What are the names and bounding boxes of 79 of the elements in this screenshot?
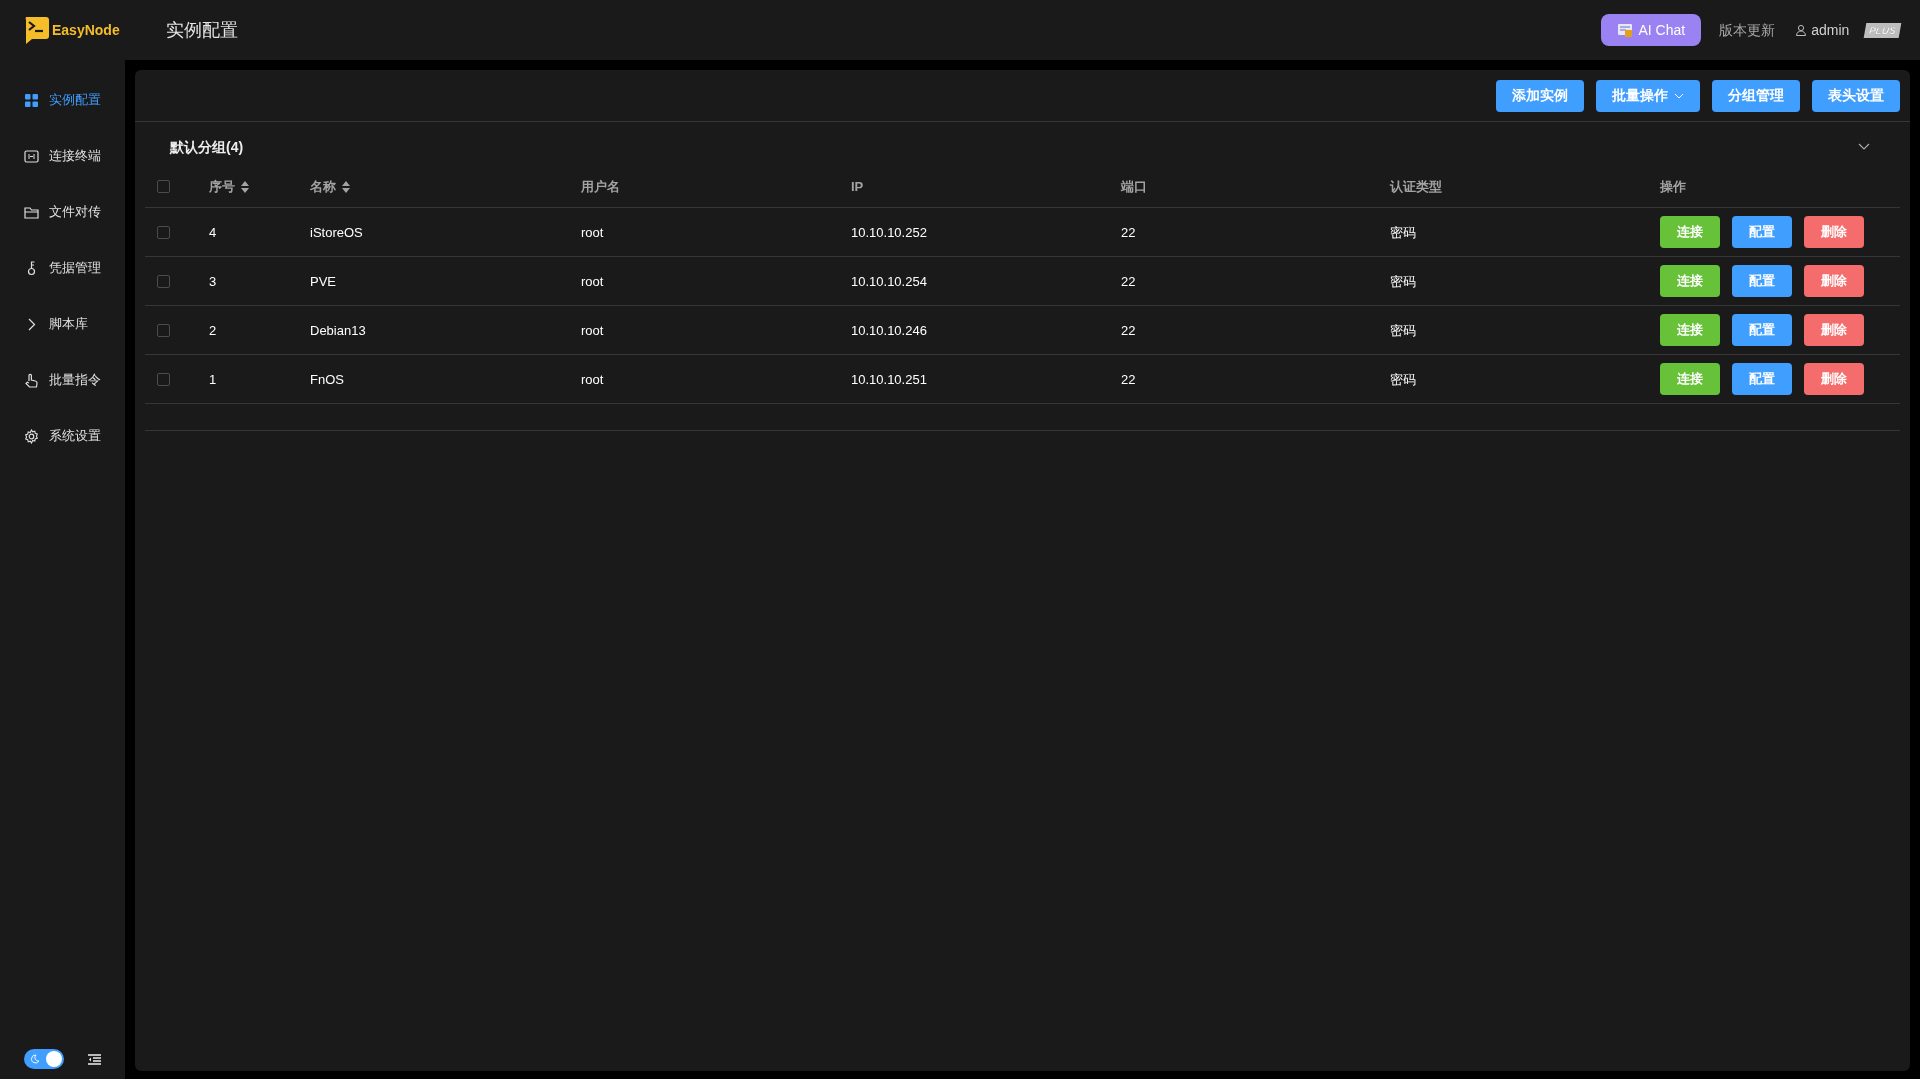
delete-button[interactable]: 删除 [1804, 314, 1864, 346]
table-cell: 密码 [1390, 274, 1416, 289]
caret-icon [1674, 92, 1684, 99]
theme-toggle[interactable] [24, 1049, 64, 1069]
column-header[interactable]: 名称 [310, 176, 336, 197]
column-header[interactable]: 序号 [209, 176, 235, 197]
column-header: 操作 [1660, 177, 1686, 196]
group-title: 默认分组(4) [170, 137, 244, 157]
table-cell: 密码 [1390, 323, 1416, 338]
table-cell: 22 [1121, 323, 1136, 338]
sort-icon[interactable] [342, 180, 350, 193]
sidebar-item[interactable]: 凭据管理 [0, 240, 125, 296]
table-cell: 密码 [1390, 225, 1416, 240]
sidebar-item[interactable]: 实例配置 [0, 72, 125, 128]
plan-badge: PLUS [1864, 22, 1902, 38]
folder-icon [24, 204, 39, 220]
table-cell: 2 [209, 323, 217, 338]
checkbox[interactable] [157, 323, 170, 337]
app-name: EasyNode [52, 20, 120, 40]
delete-button[interactable]: 删除 [1804, 363, 1864, 395]
table-cell: FnOS [310, 372, 344, 387]
config-button[interactable]: 配置 [1732, 265, 1792, 297]
sidebar-item[interactable]: 文件对传 [0, 184, 125, 240]
checkbox[interactable] [157, 180, 170, 193]
table-cell: 10.10.10.246 [851, 323, 927, 338]
connect-button[interactable]: 连接 [1660, 314, 1720, 346]
update-link[interactable]: 版本更新 [1719, 19, 1776, 41]
table-cell: 密码 [1390, 372, 1416, 387]
table-cell: 10.10.10.251 [851, 372, 927, 387]
table-cell: 3 [209, 274, 217, 289]
username[interactable]: admin [1811, 19, 1850, 41]
table-cell: 10.10.10.252 [851, 225, 927, 240]
table-cell: 22 [1121, 372, 1136, 387]
user-icon [1795, 24, 1808, 36]
settings-icon [24, 428, 39, 444]
menu-collapse-icon[interactable] [88, 1053, 101, 1065]
column-header: IP [851, 177, 864, 196]
connect-button[interactable]: 连接 [1660, 265, 1720, 297]
connect-button[interactable]: 连接 [1660, 363, 1720, 395]
table-cell: root [581, 372, 604, 387]
sidebar-item[interactable]: 连接终端 [0, 128, 125, 184]
grid-icon [24, 92, 39, 108]
delete-button[interactable]: 删除 [1804, 265, 1864, 297]
terminal-icon [24, 148, 39, 164]
table-cell: root [581, 225, 604, 240]
checkbox[interactable] [157, 274, 170, 288]
collapse-chevron-icon[interactable] [1858, 143, 1870, 151]
sidebar-item[interactable]: 脚本库 [0, 296, 125, 352]
delete-button[interactable]: 删除 [1804, 216, 1864, 248]
table-cell: root [581, 323, 604, 338]
checkbox[interactable] [157, 372, 170, 386]
table-cell: 4 [209, 225, 217, 240]
table-cell: PVE [310, 274, 336, 289]
ai-chat-button[interactable]: AI Chat [1601, 14, 1702, 46]
page-title: 实例配置 [166, 18, 238, 42]
sidebar-item[interactable]: 系统设置 [0, 408, 125, 464]
config-button[interactable]: 配置 [1732, 363, 1792, 395]
table-cell: iStoreOS [310, 225, 363, 240]
table-cell: 22 [1121, 274, 1136, 289]
connect-button[interactable]: 连接 [1660, 216, 1720, 248]
table-cell: root [581, 274, 604, 289]
moon-icon [30, 1054, 40, 1064]
table-cell: 1 [209, 372, 217, 387]
table-cell: Debian13 [310, 323, 366, 338]
ai-chip-icon [1617, 22, 1634, 38]
column-header: 认证类型 [1390, 177, 1442, 196]
toolbar-button[interactable]: 添加实例 [1496, 79, 1584, 112]
checkbox[interactable] [157, 225, 170, 239]
table-cell: 22 [1121, 225, 1136, 240]
batch-dropdown-button[interactable]: 批量操作 [1596, 79, 1700, 112]
column-header: 用户名 [581, 177, 620, 196]
sort-icon[interactable] [241, 180, 249, 193]
table-cell: 10.10.10.254 [851, 274, 927, 289]
config-button[interactable]: 配置 [1732, 314, 1792, 346]
toolbar-button[interactable]: 分组管理 [1712, 79, 1800, 112]
column-header: 端口 [1121, 177, 1147, 196]
config-button[interactable]: 配置 [1732, 216, 1792, 248]
toolbar-button[interactable]: 表头设置 [1812, 79, 1900, 112]
sidebar-item[interactable]: 批量指令 [0, 352, 125, 408]
